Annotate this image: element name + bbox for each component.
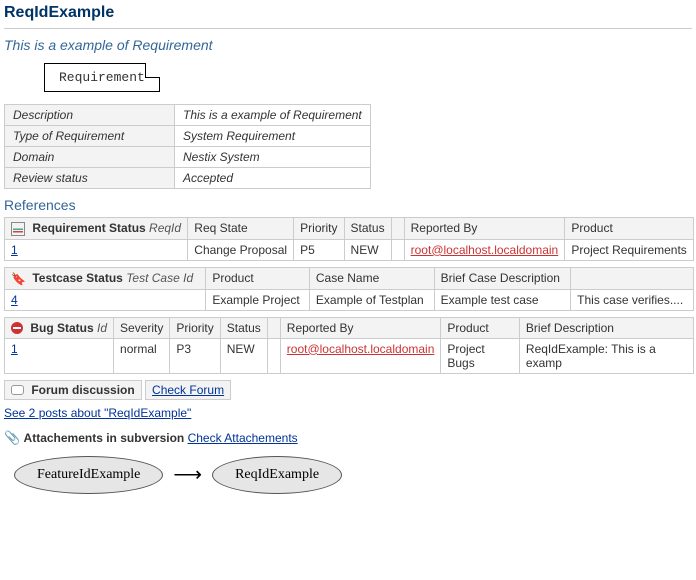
bug-product: Project Bugs: [441, 338, 520, 373]
bug-reported-by-link[interactable]: root@localhost.localdomain: [287, 342, 435, 356]
tag-icon: 🔖: [11, 272, 25, 286]
kv-key: Domain: [5, 147, 175, 168]
kv-value: This is a example of Requirement: [175, 105, 371, 126]
table-row: 1 Change Proposal P5 NEW root@localhost.…: [5, 239, 694, 260]
check-attachments-link[interactable]: Check Attachements: [188, 431, 298, 445]
col-header: Status: [344, 218, 391, 240]
check-forum-link[interactable]: Check Forum: [152, 383, 224, 397]
col-header: Brief Description: [519, 317, 693, 338]
attachments-title: Attachements in subversion: [24, 431, 185, 445]
col-header: Priority: [294, 218, 344, 240]
kv-value: System Requirement: [175, 126, 371, 147]
req-status-id-col: ReqId: [149, 221, 181, 235]
req-state: Change Proposal: [188, 239, 294, 260]
table-row: 1 normal P3 NEW root@localhost.localdoma…: [5, 338, 694, 373]
kv-value: Nestix System: [175, 147, 371, 168]
tc-product: Example Project: [206, 289, 310, 310]
diagram-to-node: ReqIdExample: [212, 456, 342, 494]
req-id-link[interactable]: 1: [11, 243, 18, 257]
tc-status-title-text: Testcase Status: [32, 271, 123, 285]
page-subtitle: This is a example of Requirement: [4, 37, 692, 53]
tc-id-link[interactable]: 4: [11, 293, 18, 307]
tc-extra: This case verifies....: [571, 289, 694, 310]
table-row: Description This is a example of Require…: [5, 105, 371, 126]
tc-id-col: Test Case Id: [126, 271, 193, 285]
bug-brief: ReqIdExample: This is a examp: [519, 338, 693, 373]
title-divider: [4, 28, 692, 29]
tc-status-title: 🔖 Testcase Status Test Case Id: [5, 267, 206, 289]
col-header: Reported By: [280, 317, 441, 338]
col-header: Brief Case Description: [434, 267, 571, 289]
bug-status-title: Bug Status Id: [5, 317, 114, 338]
bug-id-col: Id: [97, 321, 107, 335]
tc-brief: Example test case: [434, 289, 571, 310]
bug-status-title-text: Bug Status: [30, 321, 93, 335]
col-header: [267, 317, 280, 338]
req-status-value: NEW: [344, 239, 391, 260]
diagram-from-node: FeatureIdExample: [14, 456, 163, 494]
discussion-icon: [11, 385, 24, 395]
attachments-section: 📎 Attachements in subversion Check Attac…: [4, 430, 692, 446]
kv-key: Description: [5, 105, 175, 126]
table-row: Domain Nestix System: [5, 147, 371, 168]
req-product: Project Requirements: [565, 239, 694, 260]
table-row: Type of Requirement System Requirement: [5, 126, 371, 147]
spacer-cell: [391, 239, 404, 260]
req-status-title: Requirement Status ReqId: [5, 218, 188, 240]
details-table: Description This is a example of Require…: [4, 104, 371, 189]
tc-case-name: Example of Testplan: [309, 289, 434, 310]
references-heading: References: [4, 197, 692, 213]
chart-icon: [11, 222, 25, 236]
req-reported-by-link[interactable]: root@localhost.localdomain: [411, 243, 559, 257]
arrow-right-icon: ⟶: [173, 462, 202, 487]
forum-section: Forum discussion Check Forum: [4, 380, 692, 400]
table-row: 4 Example Project Example of Testplan Ex…: [5, 289, 694, 310]
kv-key: Review status: [5, 168, 175, 189]
requirement-symbol: Requirement: [44, 63, 692, 92]
col-header: Severity: [114, 317, 170, 338]
bug-priority: P3: [170, 338, 220, 373]
see-posts-link[interactable]: See 2 posts about "ReqIdExample": [4, 406, 191, 420]
col-header: Req State: [188, 218, 294, 240]
trace-diagram: FeatureIdExample ⟶ ReqIdExample: [4, 456, 692, 494]
bug-severity: normal: [114, 338, 170, 373]
col-header: Product: [206, 267, 310, 289]
requirement-status-table: Requirement Status ReqId Req State Prior…: [4, 217, 694, 261]
col-header: [571, 267, 694, 289]
requirement-box-label: Requirement: [44, 63, 160, 92]
stop-icon: [11, 322, 23, 334]
col-header: Case Name: [309, 267, 434, 289]
testcase-status-table: 🔖 Testcase Status Test Case Id Product C…: [4, 267, 694, 311]
forum-title: Forum discussion: [31, 383, 134, 397]
bug-status-table: Bug Status Id Severity Priority Status R…: [4, 317, 694, 374]
bug-id-link[interactable]: 1: [11, 342, 18, 356]
col-header: Product: [441, 317, 520, 338]
col-header: Status: [220, 317, 267, 338]
col-header: Priority: [170, 317, 220, 338]
kv-key: Type of Requirement: [5, 126, 175, 147]
bug-status-value: NEW: [220, 338, 267, 373]
req-priority: P5: [294, 239, 344, 260]
req-status-title-text: Requirement Status: [32, 221, 145, 235]
col-header: [391, 218, 404, 240]
table-row: Review status Accepted: [5, 168, 371, 189]
page-title: ReqIdExample: [4, 4, 692, 24]
kv-value: Accepted: [175, 168, 371, 189]
col-header: Reported By: [404, 218, 565, 240]
spacer-cell: [267, 338, 280, 373]
col-header: Product: [565, 218, 694, 240]
attachment-icon: 📎: [4, 430, 20, 445]
